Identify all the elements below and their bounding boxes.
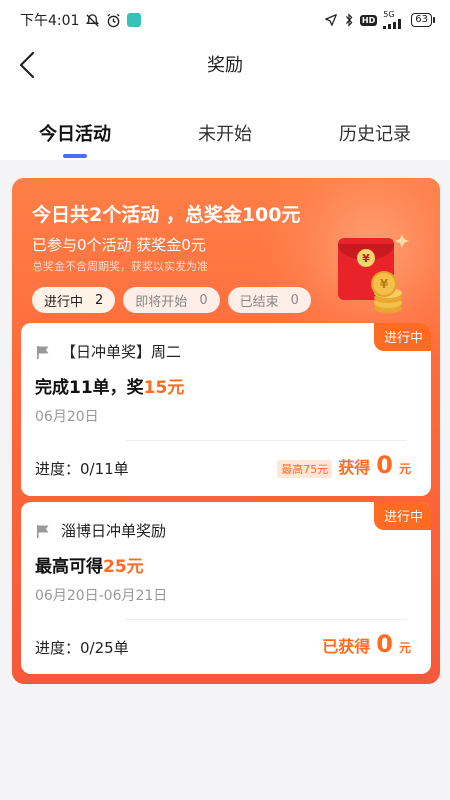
reward-rule: 最高可得25元: [35, 552, 144, 577]
tab-label: 未开始: [198, 124, 252, 145]
activity-panel: 今日共2个活动 ，总奖金100元 已参与0个活动 获奖金0元 总奖金不含周期奖，…: [12, 178, 440, 684]
status-badge: 进行中: [373, 323, 431, 351]
summary-note: 总奖金不含周期奖，获奖以实发为准: [32, 260, 208, 273]
earned-unit: 元: [398, 462, 411, 476]
flag-icon: [37, 524, 49, 538]
filter-count: 0: [199, 292, 208, 308]
back-button[interactable]: [10, 48, 44, 82]
activity-card[interactable]: 进行中 淄博日冲单奖励 最高可得25元 06月20日-06月21日 进度：0/2…: [21, 502, 431, 674]
earned-value: 0: [376, 630, 393, 658]
net-type-top: 5G: [383, 10, 395, 19]
reward-rule: 完成11单，奖15元: [35, 373, 184, 398]
summary-joined: 已参与0个活动 获奖金0元: [32, 236, 206, 254]
activity-name: 【日冲单奖】周二: [61, 343, 182, 361]
filter-label: 进行中: [44, 294, 84, 310]
tab-label: 今日活动: [39, 124, 111, 145]
filter-count: 2: [95, 292, 104, 308]
progress-text: 进度：0/11单: [35, 460, 129, 478]
earned-label: 已获得: [322, 637, 371, 656]
status-filter: 进行中 2 即将开始 0 已结束 0: [32, 287, 311, 313]
earned-unit: 元: [398, 641, 411, 655]
location-icon: [324, 13, 338, 27]
tab-indicator: [63, 154, 87, 158]
reward-prefix: 完成11单，奖: [35, 378, 144, 398]
signal-icon: 5G: [383, 11, 405, 29]
reward-amount: 15元: [143, 378, 185, 398]
tab-label: 历史记录: [339, 124, 411, 145]
status-left: 下午4:01: [20, 10, 142, 30]
divider: [125, 619, 407, 620]
earned-label: 获得: [338, 458, 371, 477]
status-right: HD 5G 63: [324, 11, 435, 29]
svg-text:¥: ¥: [380, 277, 389, 291]
flag-icon: [37, 345, 49, 359]
card-header: 淄博日冲单奖励: [35, 520, 166, 541]
summary-title: 今日共2个活动 ，总奖金100元: [32, 204, 301, 226]
reward-prefix: 最高可得: [35, 557, 103, 577]
progress-text: 进度：0/25单: [35, 639, 129, 657]
activity-name: 淄博日冲单奖励: [61, 522, 167, 540]
red-envelope-icon: ¥ ¥: [338, 234, 409, 313]
activity-date: 06月20日-06月21日: [35, 588, 168, 604]
status-badge: 进行中: [373, 502, 431, 530]
status-bar: 下午4:01 HD 5G 63: [0, 0, 450, 40]
filter-label: 即将开始: [135, 294, 188, 310]
tab-bar: 今日活动 未开始 历史记录: [0, 88, 450, 160]
card-header: 【日冲单奖】周二: [35, 341, 181, 362]
mute-icon: [85, 13, 100, 28]
svg-text:¥: ¥: [362, 252, 370, 265]
clock-time: 下午4:01: [20, 13, 80, 29]
bluetooth-icon: [344, 13, 354, 27]
activity-card[interactable]: 进行中 【日冲单奖】周二 完成11单，奖15元 06月20日 进度：0/11单 …: [21, 323, 431, 496]
earned-summary: 已获得 0 元: [322, 630, 411, 658]
divider: [125, 440, 407, 441]
page-title: 奖励: [207, 55, 243, 76]
nav-bar: 奖励: [0, 40, 450, 88]
max-reward-badge: 最高75元: [277, 460, 333, 478]
earned-value: 0: [376, 451, 393, 479]
tab-history[interactable]: 历史记录: [300, 88, 450, 160]
alarm-icon: [106, 13, 121, 28]
tab-today[interactable]: 今日活动: [0, 88, 150, 160]
filter-ended[interactable]: 已结束 0: [227, 287, 311, 313]
tab-not-started[interactable]: 未开始: [150, 88, 300, 160]
reward-amount: 25元: [103, 557, 144, 577]
filter-in-progress[interactable]: 进行中 2: [32, 287, 116, 313]
battery-icon: 63: [411, 13, 435, 27]
filter-label: 已结束: [239, 294, 279, 310]
hd-icon: HD: [359, 14, 378, 26]
filter-upcoming[interactable]: 即将开始 0: [123, 287, 220, 313]
filter-count: 0: [290, 292, 299, 308]
app-icon: [127, 13, 142, 27]
earned-summary: 最高75元 获得 0 元: [277, 451, 411, 479]
activity-date: 06月20日: [35, 409, 99, 425]
chevron-left-icon: [19, 51, 35, 79]
